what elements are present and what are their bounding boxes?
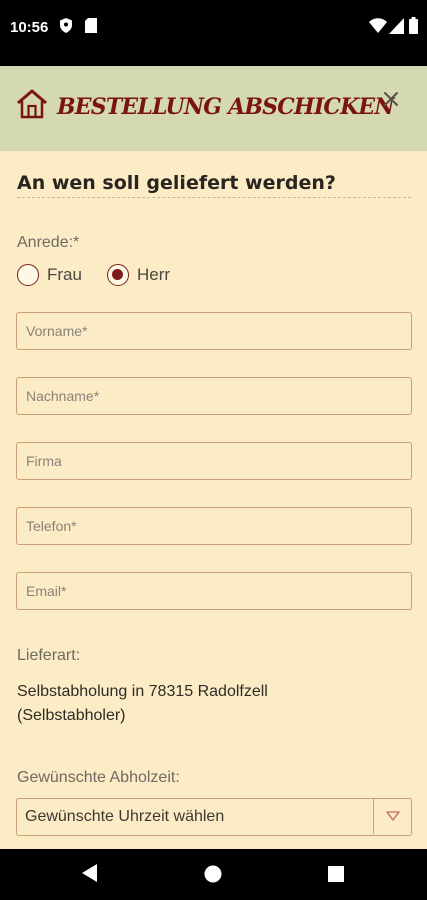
pickup-time-select[interactable]: Gewünschte Uhrzeit wählen <box>16 798 412 836</box>
section-divider <box>17 197 411 198</box>
close-icon[interactable] <box>380 88 402 110</box>
lastname-input[interactable] <box>17 378 411 414</box>
recents-icon[interactable] <box>327 865 345 883</box>
phone-input[interactable] <box>17 508 411 544</box>
radio-frau[interactable] <box>17 264 39 286</box>
delivery-line-1: Selbstabholung in 78315 Radolfzell <box>17 683 268 700</box>
lastname-field[interactable] <box>16 377 412 415</box>
dropdown-arrow-button[interactable] <box>373 799 411 834</box>
radio-herr[interactable] <box>107 264 129 286</box>
navigation-bar <box>0 849 427 900</box>
radio-herr-label[interactable]: Herr <box>137 265 170 285</box>
pickup-time-value: Gewünschte Uhrzeit wählen <box>25 808 225 825</box>
home-nav-icon[interactable] <box>203 864 223 884</box>
sd-card-icon <box>85 18 97 33</box>
shield-icon <box>60 18 72 33</box>
status-bar: 10:56 <box>0 0 427 66</box>
section-title: An wen soll geliefert werden? <box>17 172 336 194</box>
phone-field[interactable] <box>16 507 412 545</box>
cell-signal-icon <box>389 18 404 34</box>
form-content <box>0 151 427 849</box>
firstname-field[interactable] <box>16 312 412 350</box>
wifi-icon <box>369 18 387 33</box>
firstname-input[interactable] <box>17 313 411 349</box>
company-field[interactable] <box>16 442 412 480</box>
company-input[interactable] <box>17 443 411 479</box>
salutation-label: Anrede:* <box>17 234 80 251</box>
status-time: 10:56 <box>10 19 49 36</box>
email-input[interactable] <box>17 573 411 609</box>
radio-frau-label[interactable]: Frau <box>47 265 82 285</box>
dropdown-arrow-icon <box>386 811 400 821</box>
pickup-time-label: Gewünschte Abholzeit: <box>17 769 180 786</box>
battery-icon <box>409 17 418 34</box>
dialog-title: BESTELLUNG ABSCHICKEN <box>57 94 395 120</box>
delivery-line-2: (Selbstabholer) <box>17 707 126 724</box>
delivery-label: Lieferart: <box>17 647 81 664</box>
back-icon[interactable] <box>80 862 100 884</box>
email-field[interactable] <box>16 572 412 610</box>
home-icon <box>17 89 47 119</box>
